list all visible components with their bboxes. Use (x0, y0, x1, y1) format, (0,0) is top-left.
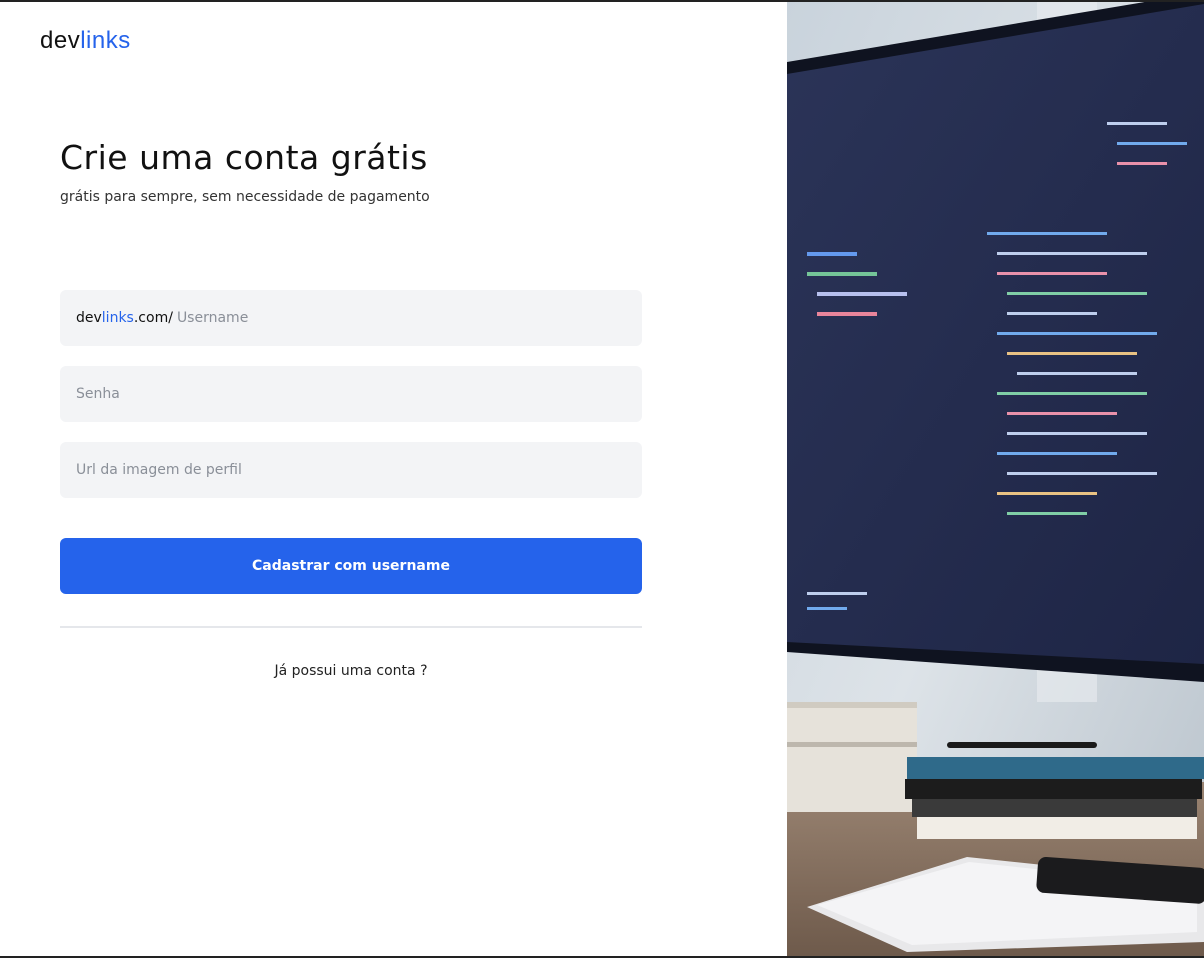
prefix-dev: dev (76, 310, 102, 326)
username-field[interactable]: devlinks.com/ (60, 290, 642, 346)
hero-image (787, 2, 1204, 956)
logo-text-links: links (80, 27, 131, 54)
logo[interactable]: devlinks (40, 27, 131, 55)
profile-image-url-field[interactable] (60, 442, 642, 498)
password-field[interactable] (60, 366, 642, 422)
page-subtitle: grátis para sempre, sem necessidade de p… (60, 189, 430, 205)
prefix-links: links (101, 310, 134, 326)
page-title: Crie uma conta grátis (60, 138, 428, 177)
signup-button[interactable]: Cadastrar com username (60, 538, 642, 594)
password-input[interactable] (76, 386, 626, 402)
signup-panel: devlinks Crie uma conta grátis grátis pa… (0, 2, 787, 956)
prefix-domain: .com/ (133, 310, 173, 326)
login-link[interactable]: Já possui uma conta ? (60, 663, 642, 679)
logo-text-dev: dev (40, 27, 81, 54)
divider (60, 626, 642, 628)
app-frame: devlinks Crie uma conta grátis grátis pa… (0, 2, 1204, 956)
desk-monitor-illustration (787, 2, 1204, 956)
username-prefix: devlinks.com/ (76, 310, 173, 326)
username-input[interactable] (176, 310, 626, 326)
profile-image-url-input[interactable] (76, 462, 626, 478)
